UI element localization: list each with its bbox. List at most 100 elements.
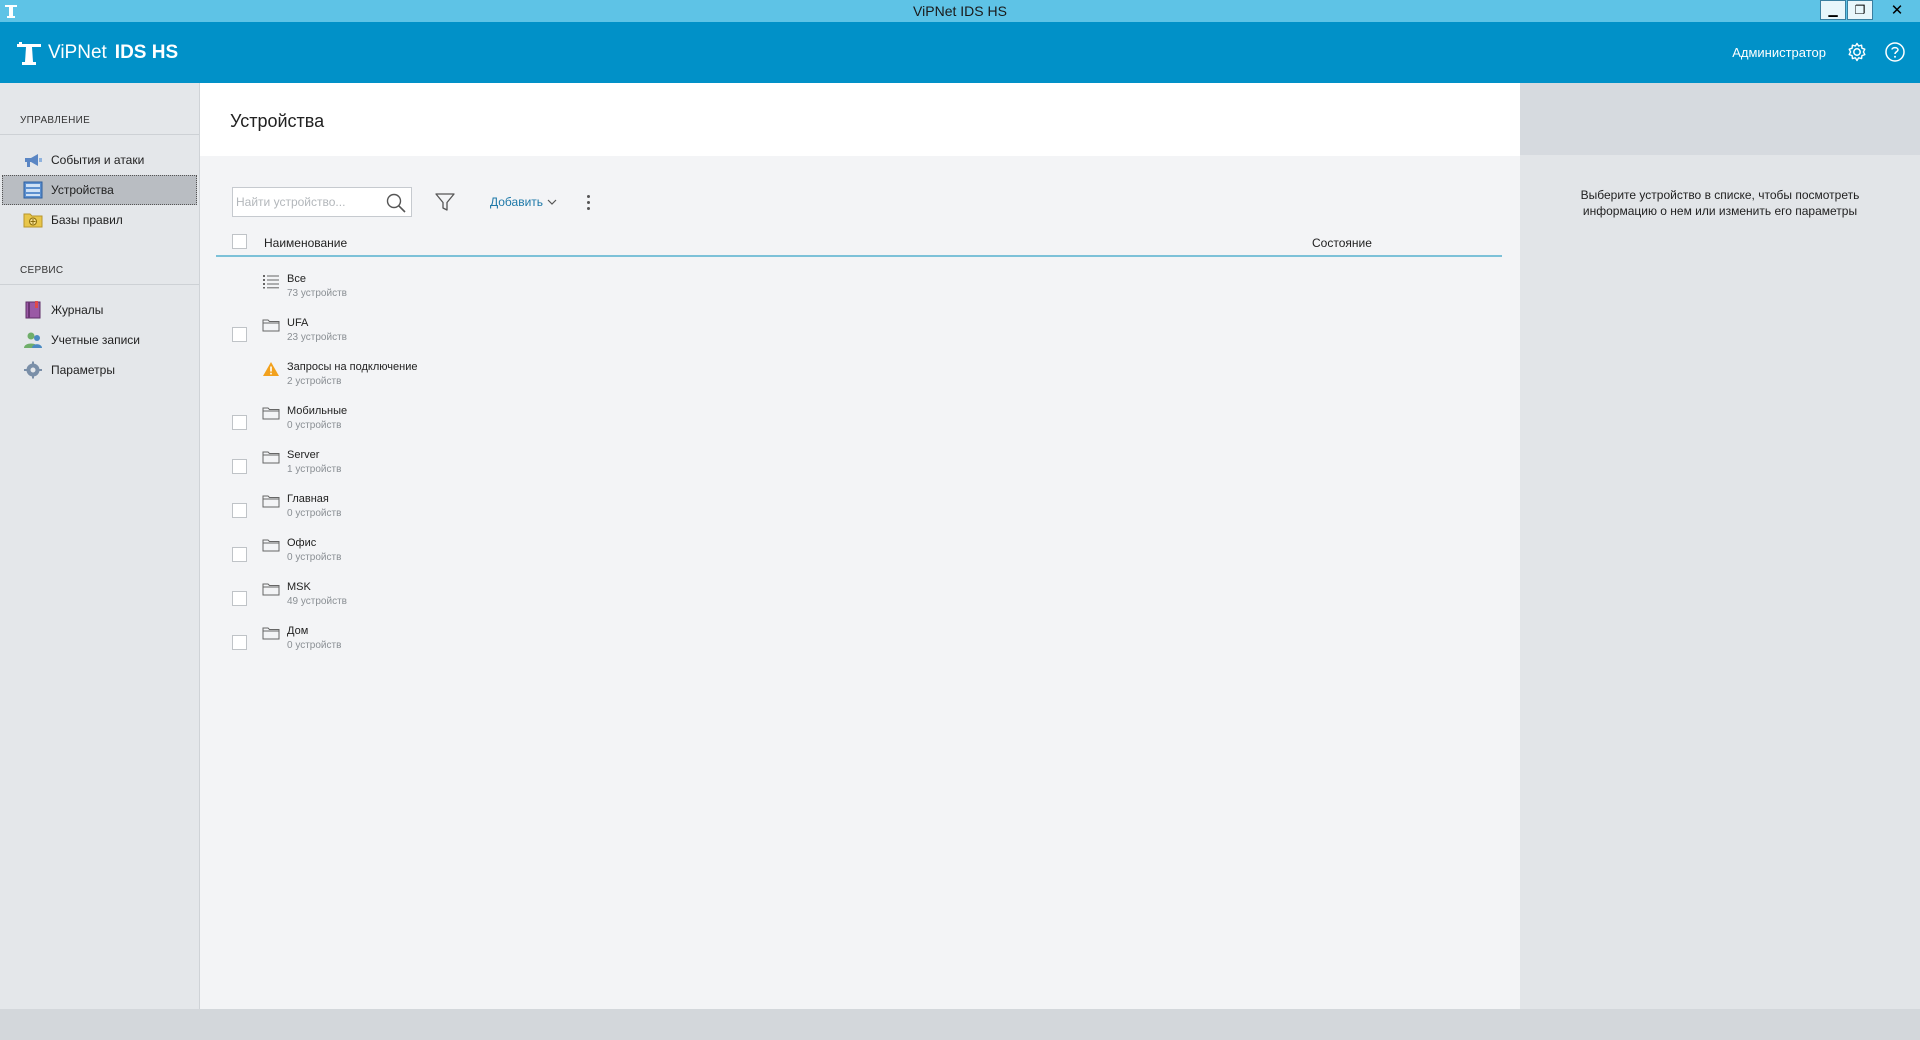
group-count: 2 устройств (287, 376, 342, 387)
list-item[interactable]: Дом 0 устройств (216, 621, 1502, 665)
window-title: ViPNet IDS HS (913, 3, 1007, 19)
group-name: Запросы на подключение (287, 361, 418, 373)
row-checkbox[interactable] (232, 547, 247, 562)
help-icon[interactable] (1884, 41, 1906, 63)
sidebar-section-label: СЕРВИС (20, 265, 64, 276)
page-header: Устройства (200, 83, 1520, 156)
app-header: ViPNet IDS HS Администратор (0, 22, 1920, 83)
warning-icon (263, 362, 279, 376)
column-header-state[interactable]: Состояние (1312, 236, 1372, 250)
row-checkbox[interactable] (232, 503, 247, 518)
megaphone-icon (25, 154, 42, 167)
folder-icon (262, 407, 280, 420)
group-count: 23 устройств (287, 332, 347, 343)
list-item[interactable]: Server 1 устройств (216, 445, 1502, 489)
sidebar-item-label: Базы правил (51, 213, 123, 227)
dot-icon (586, 206, 590, 210)
group-name: Server (287, 449, 320, 461)
minimize-button[interactable]: ▁ (1820, 0, 1846, 20)
list-item[interactable]: UFA 23 устройств (216, 313, 1502, 357)
folder-icon (262, 539, 280, 552)
sidebar-item-label: Устройства (51, 183, 114, 197)
row-checkbox[interactable] (232, 591, 247, 606)
list-item[interactable]: Запросы на подключение 2 устройств (216, 357, 1502, 401)
group-count: 73 устройств (287, 288, 347, 299)
search-box (232, 187, 412, 217)
current-user[interactable]: Администратор (1732, 45, 1826, 60)
gear-icon (24, 361, 42, 379)
group-name: Все (287, 273, 306, 285)
group-name: UFA (287, 317, 309, 329)
list-item[interactable]: Мобильные 0 устройств (216, 401, 1502, 445)
sidebar-item-accounts[interactable]: Учетные записи (2, 325, 197, 355)
close-button[interactable]: ✕ (1874, 0, 1920, 20)
devices-icon (23, 181, 43, 199)
sidebar-item-devices[interactable]: Устройства (2, 175, 197, 205)
sidebar-item-label: События и атаки (51, 153, 145, 167)
device-group-list: Все 73 устройств UFA 23 устройств Запрос… (216, 269, 1502, 665)
brand-name: ViPNet (48, 42, 107, 63)
journal-icon (25, 301, 41, 319)
group-count: 0 устройств (287, 640, 342, 651)
group-name: Главная (287, 493, 329, 505)
group-count: 0 устройств (287, 552, 342, 563)
sidebar-item-journals[interactable]: Журналы (2, 295, 197, 325)
row-checkbox[interactable] (232, 635, 247, 650)
dot-icon (586, 200, 590, 204)
sidebar-item-label: Параметры (51, 363, 115, 377)
chevron-down-icon (547, 199, 557, 205)
lighthouse-logo-icon (17, 42, 41, 65)
status-bar (0, 1009, 1920, 1040)
select-all-checkbox[interactable] (232, 234, 247, 249)
folder-icon (262, 495, 280, 508)
users-icon (24, 332, 42, 348)
row-checkbox[interactable] (232, 327, 247, 342)
column-header-name[interactable]: Наименование (264, 236, 347, 250)
maximize-button[interactable]: ❐ (1847, 0, 1873, 20)
group-count: 49 устройств (287, 596, 347, 607)
group-name: Офис (287, 537, 317, 549)
list-item[interactable]: Главная 0 устройств (216, 489, 1502, 533)
list-item[interactable]: MSK 49 устройств (216, 577, 1502, 621)
group-count: 1 устройств (287, 464, 342, 475)
rules-folder-icon (23, 213, 43, 228)
window-titlebar: ViPNet IDS HS ▁ ❐ ✕ (0, 0, 1920, 22)
list-icon (263, 275, 279, 289)
group-name: Дом (287, 625, 309, 637)
detail-panel: Выберите устройство в списке, чтобы посм… (1520, 155, 1920, 1009)
sidebar-item-parameters[interactable]: Параметры (2, 355, 197, 385)
list-item[interactable]: Все 73 устройств (216, 269, 1502, 313)
devices-toolbar: Добавить (232, 187, 591, 217)
folder-icon (262, 627, 280, 640)
folder-icon (262, 319, 280, 332)
main-content: Устройства Добавить Наименование Сост (200, 83, 1520, 1009)
group-name: MSK (287, 581, 311, 593)
sidebar-item-label: Журналы (51, 303, 104, 317)
sidebar-item-events[interactable]: События и атаки (2, 145, 197, 175)
window-controls: ▁ ❐ ✕ (1820, 0, 1920, 20)
detail-placeholder-message: Выберите устройство в списке, чтобы посм… (1580, 188, 1860, 218)
table-header: Наименование Состояние (216, 229, 1502, 257)
sidebar: УПРАВЛЕНИЕ События и атаки Устройства Ба… (0, 83, 200, 1009)
divider (0, 284, 199, 285)
product-name: IDS HS (114, 42, 179, 63)
header-actions: Администратор (1732, 41, 1906, 63)
sidebar-item-label: Учетные записи (51, 333, 140, 347)
search-input[interactable] (233, 188, 373, 216)
sidebar-item-rules[interactable]: Базы правил (2, 205, 197, 235)
settings-icon[interactable] (1846, 41, 1868, 63)
group-count: 0 устройств (287, 420, 342, 431)
add-button-label: Добавить (490, 195, 544, 209)
row-checkbox[interactable] (232, 415, 247, 430)
more-options-button[interactable] (585, 191, 591, 213)
page-title: Устройства (230, 111, 325, 131)
add-dropdown-button[interactable]: Добавить (490, 195, 557, 209)
folder-icon (262, 583, 280, 596)
filter-icon[interactable] (434, 191, 456, 213)
list-item[interactable]: Офис 0 устройств (216, 533, 1502, 577)
logo: ViPNet IDS HS (16, 40, 178, 66)
folder-icon (262, 451, 280, 464)
row-checkbox[interactable] (232, 459, 247, 474)
search-icon[interactable] (385, 192, 407, 214)
dot-icon (586, 194, 590, 198)
